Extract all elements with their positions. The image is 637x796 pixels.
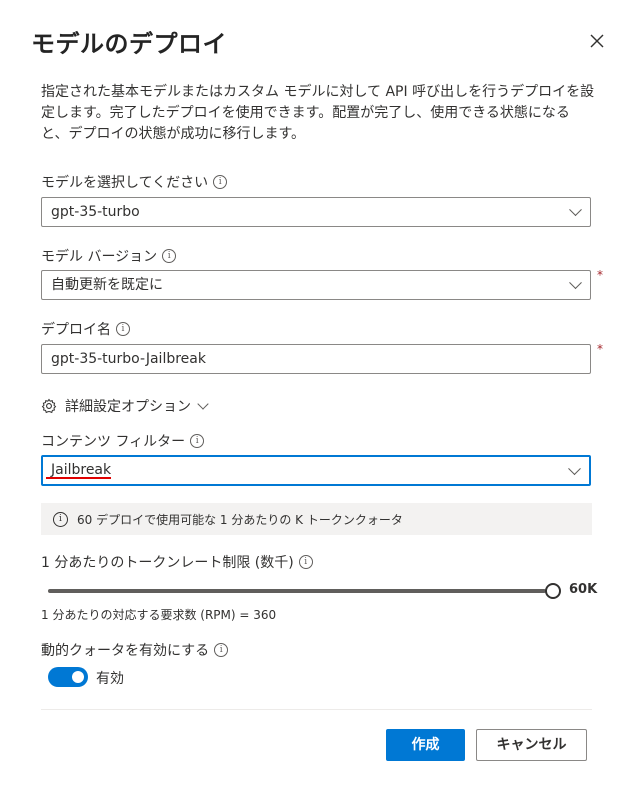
deployment-name-value: gpt-35-turbo-Jailbreak [51, 351, 206, 367]
content-filter-label-text: コンテンツ フィルター [41, 434, 186, 450]
dialog-title: モデルのデプロイ [31, 30, 227, 58]
info-icon[interactable]: i [298, 555, 313, 569]
info-icon: i [53, 511, 68, 527]
toggle-knob [72, 671, 84, 683]
rate-limit-slider-track[interactable] [48, 589, 546, 593]
model-version-label: モデル バージョン i [41, 246, 177, 266]
required-mark: * [597, 268, 603, 282]
info-icon[interactable]: i [213, 175, 228, 189]
divider [41, 709, 592, 710]
model-select-label: モデルを選択してください i [41, 172, 228, 192]
content-filter-dropdown[interactable]: Jailbreak [41, 455, 591, 486]
chevron-down-icon [569, 276, 582, 290]
close-icon[interactable] [586, 30, 608, 52]
model-version-dropdown[interactable]: 自動更新を既定に [41, 270, 591, 300]
content-filter-value: Jailbreak [51, 462, 112, 478]
content-filter-label: コンテンツ フィルター i [41, 431, 205, 451]
model-select-label-text: モデルを選択してください [41, 175, 209, 191]
required-mark: * [597, 342, 603, 356]
info-icon[interactable]: i [214, 643, 229, 657]
create-button[interactable]: 作成 [386, 729, 465, 761]
rate-limit-value: 60K [569, 582, 598, 597]
highlight-underline [46, 477, 111, 479]
dynamic-quota-toggle[interactable] [48, 667, 88, 687]
chevron-down-icon [568, 461, 581, 475]
rate-limit-label-text: 1 分あたりのトークンレート制限 (数千) [41, 555, 294, 571]
info-icon[interactable]: i [190, 434, 205, 448]
rpm-text: 1 分あたりの対応する要求数 (RPM) = 360 [41, 608, 277, 622]
model-select-value: gpt-35-turbo [51, 204, 140, 220]
quota-info-text: 60 デプロイで使用可能な 1 分あたりの K トークンクォータ [77, 512, 403, 527]
advanced-options-toggle[interactable]: 詳細設定オプション [41, 396, 209, 416]
chevron-down-icon [197, 397, 209, 410]
chevron-down-icon [569, 203, 582, 217]
info-icon[interactable]: i [162, 249, 177, 263]
deployment-name-label: デプロイ名 i [41, 319, 130, 339]
model-version-label-text: モデル バージョン [41, 249, 158, 265]
dynamic-quota-label-text: 動的クォータを有効にする [41, 643, 210, 659]
deployment-name-label-text: デプロイ名 [41, 322, 111, 338]
model-version-value: 自動更新を既定に [51, 277, 163, 293]
quota-info-bar: i 60 デプロイで使用可能な 1 分あたりの K トークンクォータ [41, 503, 592, 535]
dynamic-quota-label: 動的クォータを有効にする i [41, 640, 229, 660]
cancel-button[interactable]: キャンセル [476, 729, 587, 761]
dynamic-quota-state: 有効 [96, 671, 124, 687]
info-icon[interactable]: i [116, 322, 130, 336]
rate-limit-slider-thumb[interactable] [545, 583, 561, 599]
deployment-name-input[interactable]: gpt-35-turbo-Jailbreak [41, 344, 591, 374]
dialog-description: 指定された基本モデルまたはカスタム モデルに対して API 呼び出しを行うデプロ… [41, 84, 595, 142]
advanced-options-label: 詳細設定オプション [65, 399, 191, 415]
gear-icon [41, 398, 57, 414]
model-select-dropdown[interactable]: gpt-35-turbo [41, 197, 591, 227]
rate-limit-label: 1 分あたりのトークンレート制限 (数千) i [41, 552, 313, 572]
